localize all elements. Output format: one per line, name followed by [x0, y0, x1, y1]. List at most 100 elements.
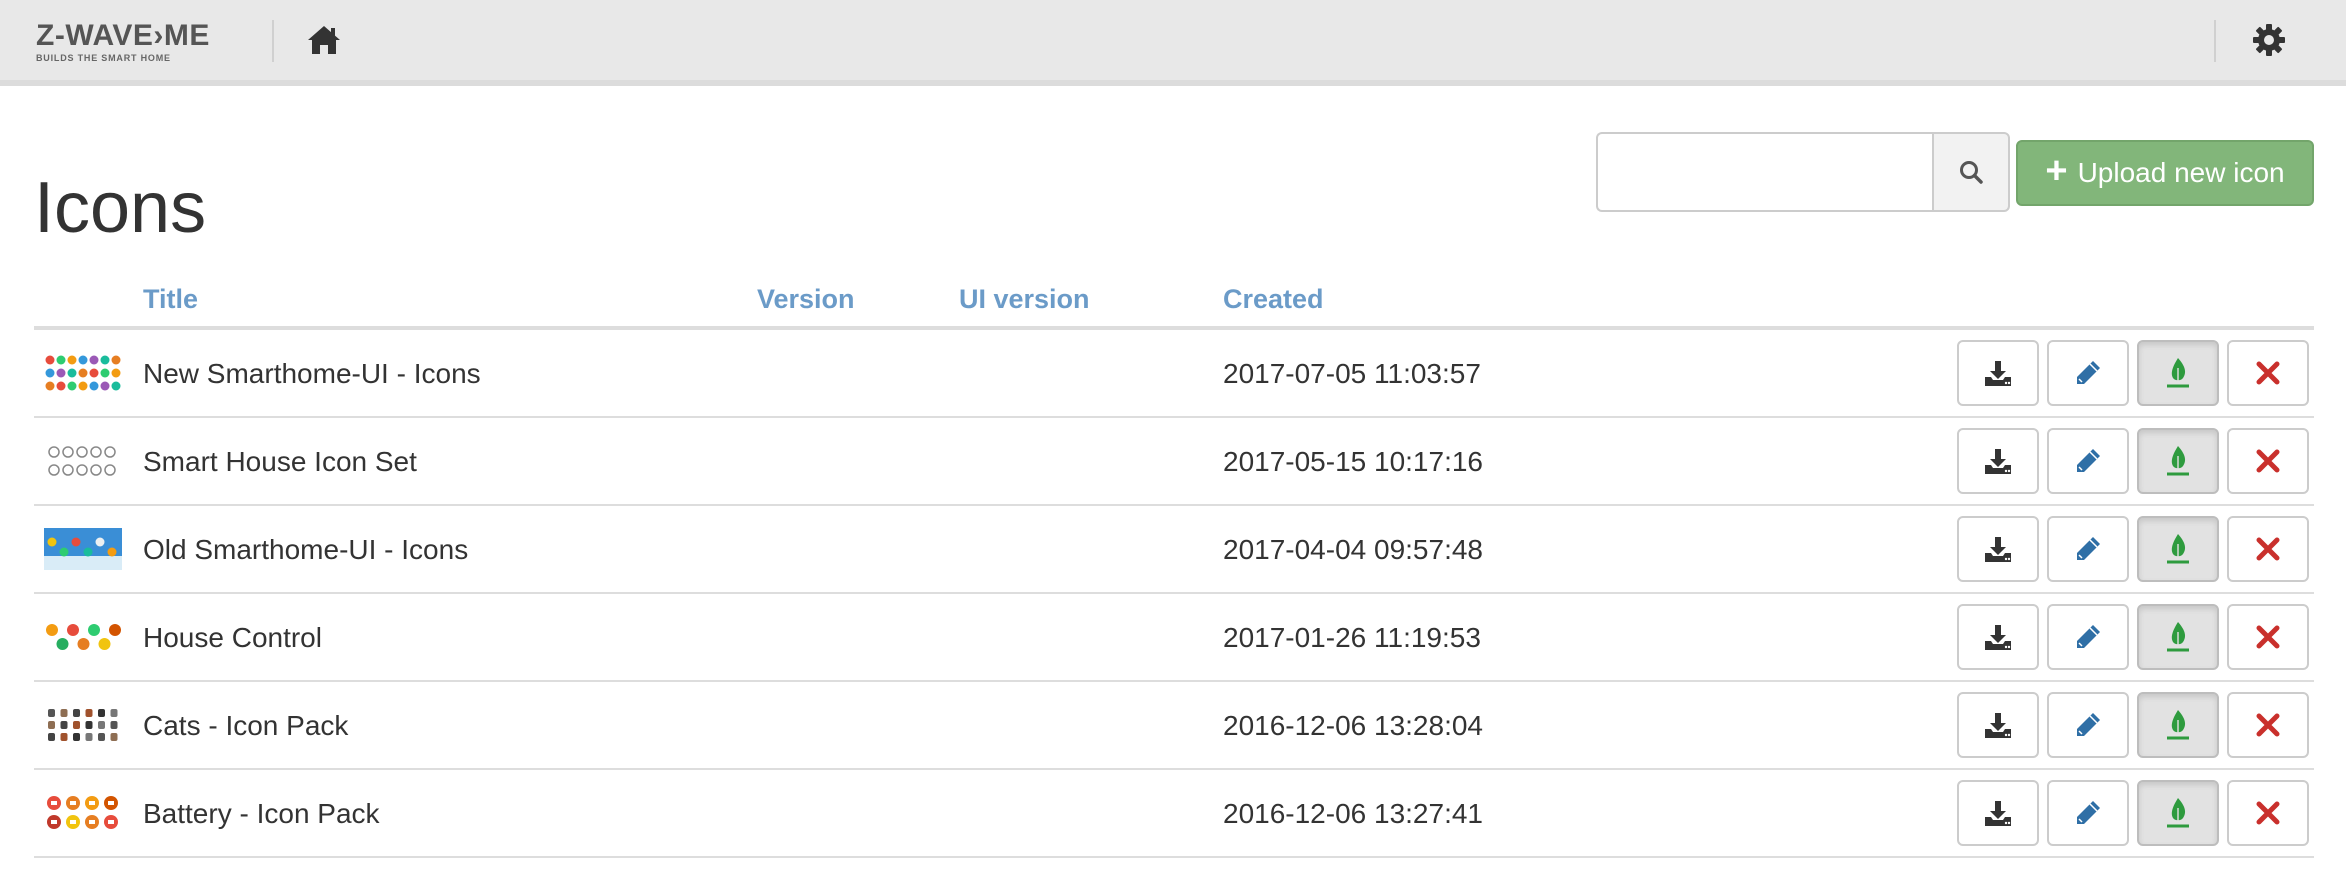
- table-header: Title Version UI version Created: [34, 272, 2314, 330]
- delete-button[interactable]: [2227, 692, 2309, 758]
- column-header-created[interactable]: Created: [1223, 284, 1324, 315]
- edit-button[interactable]: [2047, 428, 2129, 494]
- table-row: New Smarthome-UI - Icons 2017-07-05 11:03…: [34, 330, 2314, 418]
- row-title: Old Smarthome-UI - Icons: [143, 534, 469, 565]
- row-created: 2017-01-26 11:19:53: [1223, 622, 1481, 653]
- icons-table: Title Version UI version Created New Sma…: [34, 272, 2314, 858]
- pencil-icon: [2073, 358, 2103, 388]
- row-thumbnail: [44, 440, 122, 482]
- table-row: Smart House Icon Set 2017-05-15 10:17:16: [34, 418, 2314, 506]
- download-icon: [1983, 446, 2013, 476]
- download-button[interactable]: [1957, 428, 2039, 494]
- row-created: 2017-04-04 09:57:48: [1223, 534, 1483, 565]
- download-icon: [1983, 622, 2013, 652]
- row-thumbnail: [44, 528, 122, 570]
- row-title: Smart House Icon Set: [143, 446, 417, 477]
- edit-button[interactable]: [2047, 692, 2129, 758]
- download-button[interactable]: [1957, 692, 2039, 758]
- search-icon: [1960, 161, 1983, 184]
- row-actions: [1957, 516, 2309, 582]
- close-icon: [2255, 800, 2281, 826]
- navbar-divider: [272, 20, 274, 62]
- download-button[interactable]: [1957, 516, 2039, 582]
- row-thumbnail: [44, 792, 122, 834]
- close-icon: [2255, 624, 2281, 650]
- leaf-icon: [2163, 708, 2193, 742]
- search-input[interactable]: [1596, 132, 1932, 212]
- brand-logo[interactable]: Z-WAVE›ME BUILDS THE SMART HOME: [36, 20, 210, 64]
- table-row: Cats - Icon Pack 2016-12-06 13:28:04: [34, 682, 2314, 770]
- delete-button[interactable]: [2227, 516, 2309, 582]
- close-icon: [2255, 536, 2281, 562]
- activate-button[interactable]: [2137, 780, 2219, 846]
- close-icon: [2255, 712, 2281, 738]
- pencil-icon: [2073, 534, 2103, 564]
- close-icon: [2255, 448, 2281, 474]
- row-thumbnail: [44, 616, 122, 658]
- row-actions: [1957, 340, 2309, 406]
- edit-button[interactable]: [2047, 516, 2129, 582]
- delete-button[interactable]: [2227, 340, 2309, 406]
- download-button[interactable]: [1957, 340, 2039, 406]
- download-button[interactable]: [1957, 780, 2039, 846]
- leaf-icon: [2163, 356, 2193, 390]
- edit-button[interactable]: [2047, 780, 2129, 846]
- row-created: 2017-05-15 10:17:16: [1223, 446, 1483, 477]
- activate-button[interactable]: [2137, 428, 2219, 494]
- leaf-icon: [2163, 620, 2193, 654]
- row-created: 2016-12-06 13:28:04: [1223, 710, 1483, 741]
- row-actions: [1957, 692, 2309, 758]
- table-row: Old Smarthome-UI - Icons 2017-04-04 09:57…: [34, 506, 2314, 594]
- pencil-icon: [2073, 446, 2103, 476]
- close-icon: [2255, 360, 2281, 386]
- delete-button[interactable]: [2227, 428, 2309, 494]
- activate-button[interactable]: [2137, 604, 2219, 670]
- search-button[interactable]: [1932, 132, 2010, 212]
- row-title: Cats - Icon Pack: [143, 710, 349, 741]
- activate-button[interactable]: [2137, 340, 2219, 406]
- table-body: New Smarthome-UI - Icons 2017-07-05 11:03…: [34, 330, 2314, 858]
- navbar-divider-right: [2214, 20, 2216, 62]
- row-actions: [1957, 780, 2309, 846]
- row-actions: [1957, 604, 2309, 670]
- table-row: House Control 2017-01-26 11:19:53: [34, 594, 2314, 682]
- row-title: Battery - Icon Pack: [143, 798, 380, 829]
- row-thumbnail: [44, 352, 122, 394]
- row-thumbnail: [44, 704, 122, 746]
- edit-button[interactable]: [2047, 604, 2129, 670]
- activate-button[interactable]: [2137, 692, 2219, 758]
- row-created: 2017-07-05 11:03:57: [1223, 358, 1481, 389]
- upload-new-icon-button[interactable]: + Upload new icon: [2016, 140, 2314, 206]
- leaf-icon: [2163, 532, 2193, 566]
- leaf-icon: [2163, 796, 2193, 830]
- pencil-icon: [2073, 798, 2103, 828]
- search-group: [1596, 132, 2010, 212]
- table-row: Battery - Icon Pack 2016-12-06 13:27:41: [34, 770, 2314, 858]
- brand-tagline: BUILDS THE SMART HOME: [36, 53, 171, 63]
- download-icon: [1983, 358, 2013, 388]
- gear-icon: [2253, 24, 2285, 56]
- column-header-ui-version[interactable]: UI version: [959, 284, 1090, 315]
- home-button[interactable]: [300, 18, 348, 62]
- pencil-icon: [2073, 710, 2103, 740]
- download-icon: [1983, 534, 2013, 564]
- delete-button[interactable]: [2227, 780, 2309, 846]
- row-created: 2016-12-06 13:27:41: [1223, 798, 1483, 829]
- home-icon: [308, 26, 340, 54]
- column-header-title[interactable]: Title: [143, 284, 198, 315]
- column-header-version[interactable]: Version: [757, 284, 855, 315]
- row-title: House Control: [143, 622, 322, 653]
- activate-button[interactable]: [2137, 516, 2219, 582]
- settings-button[interactable]: [2246, 18, 2292, 62]
- edit-button[interactable]: [2047, 340, 2129, 406]
- download-button[interactable]: [1957, 604, 2039, 670]
- top-navbar: Z-WAVE›ME BUILDS THE SMART HOME: [0, 0, 2346, 86]
- row-title: New Smarthome-UI - Icons: [143, 358, 481, 389]
- download-icon: [1983, 798, 2013, 828]
- delete-button[interactable]: [2227, 604, 2309, 670]
- pencil-icon: [2073, 622, 2103, 652]
- download-icon: [1983, 710, 2013, 740]
- upload-button-label: Upload new icon: [2077, 157, 2285, 188]
- leaf-icon: [2163, 444, 2193, 478]
- page-title: Icons: [34, 168, 207, 248]
